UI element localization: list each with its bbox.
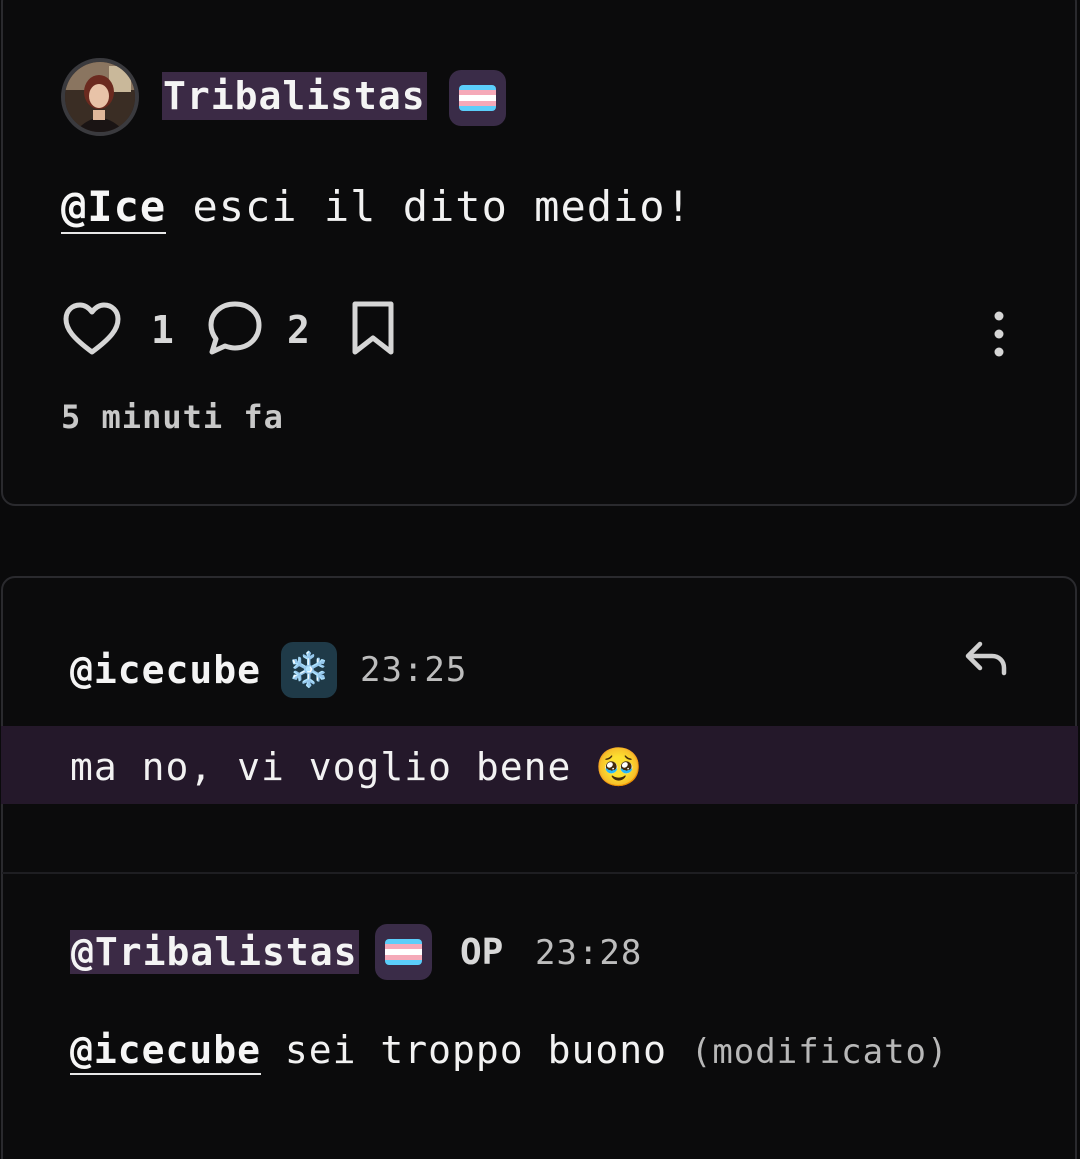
post-body: @Ice esci il dito medio! [61,182,692,234]
like-count: 1 [151,308,174,352]
edited-label: (modificato) [690,1032,949,1072]
bookmark-icon[interactable] [351,300,395,356]
comment-divider [2,872,1078,874]
comment-time: 23:25 [360,650,468,690]
comment-count: 2 [287,308,310,352]
comment-body: ma no, vi voglio bene 🥹 [70,743,644,791]
comment-author[interactable]: @icecube [70,646,261,694]
comment-time: 23:28 [535,933,643,973]
trans-flag-icon [449,70,506,126]
post-mention[interactable]: @Ice [61,182,167,234]
heart-icon[interactable] [63,302,121,356]
pleading-face-emoji: 🥹 [595,745,644,789]
post-author-name[interactable]: Tribalistas [162,72,427,120]
comment-text: ma no, vi voglio bene [70,745,572,789]
reply-icon[interactable] [964,640,1008,676]
thread-page: Tribalistas @Ice esci il dito medio! 1 2… [0,0,1080,1159]
post-card: Tribalistas @Ice esci il dito medio! 1 2… [1,0,1077,506]
avatar-photo [65,62,135,132]
comment-author[interactable]: @Tribalistas [70,928,359,976]
post-text: esci il dito medio! [166,182,692,231]
comment-mention[interactable]: @icecube [70,1028,262,1075]
avatar[interactable] [61,58,139,136]
post-time-ago: 5 minuti fa [61,398,284,436]
more-options-icon[interactable] [987,308,1011,360]
snowflake-icon: ❄️ [281,642,337,698]
trans-flag-icon [375,924,432,980]
comment-icon[interactable] [207,300,263,356]
comment-text: sei troppo buono [261,1028,691,1072]
comment-body: @icecube sei troppo buono (modificato) [70,1026,948,1076]
op-badge: OP [460,932,504,973]
comment-author-name[interactable]: @Tribalistas [70,930,359,974]
